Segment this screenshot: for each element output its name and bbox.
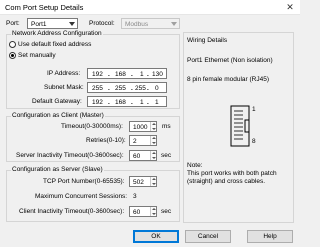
note-text: This port works with both patch (straigh…: [187, 170, 277, 185]
close-icon[interactable]: ✕: [283, 0, 297, 14]
spin-down-icon: [152, 213, 156, 215]
client-timeout-label: Timeout(0-30000ms):: [61, 123, 123, 130]
spin-up-icon: [152, 178, 156, 180]
spin-buttons[interactable]: [150, 122, 156, 131]
port-select[interactable]: Port1: [27, 18, 78, 29]
use-default-label[interactable]: Use default fixed address: [18, 41, 91, 48]
set-manually-label[interactable]: Set manually: [18, 52, 56, 59]
chevron-down-icon: [69, 22, 75, 26]
client-inactivity-input[interactable]: 60: [129, 206, 157, 217]
client-inactivity-unit: sec: [161, 208, 172, 215]
cancel-button[interactable]: Cancel: [185, 230, 231, 243]
protocol-label: Protocol:: [89, 20, 115, 27]
spin-up-icon: [152, 137, 156, 139]
title-bar: Com Port Setup Details ✕: [0, 0, 300, 15]
spin-down-icon: [152, 183, 156, 185]
client-retries-input[interactable]: 2: [129, 135, 157, 146]
use-default-radio[interactable]: [9, 41, 16, 48]
protocol-select: Modbus: [121, 18, 180, 29]
spin-down-icon: [152, 157, 156, 159]
wiring-port-desc: Port1 Ethernet (Non isolation): [187, 57, 273, 64]
client-legend: Configuration as Client (Master): [11, 112, 105, 119]
ip-address-field[interactable]: 192 . 168 . 1 . 130: [87, 68, 167, 79]
spin-buttons[interactable]: [150, 177, 156, 186]
spin-down-icon: [152, 128, 156, 130]
wiring-legend: Wiring Details: [187, 37, 228, 44]
wiring-connector: 8 pin female modular (RJ45): [187, 76, 270, 83]
port-select-value: Port1: [31, 20, 47, 28]
network-legend: Network Address Configuration: [11, 30, 103, 37]
set-manually-radio[interactable]: [9, 52, 16, 59]
spin-up-icon: [152, 123, 156, 125]
default-gateway-field[interactable]: 192 . 168 . 1 . 1: [87, 96, 167, 107]
spin-up-icon: [152, 152, 156, 154]
protocol-select-value: Modbus: [125, 20, 149, 28]
tcp-port-label: TCP Port Number(0-65535):: [43, 178, 125, 185]
spin-buttons[interactable]: [150, 151, 156, 160]
ok-button[interactable]: OK: [133, 230, 179, 243]
ip-address-label: IP Address:: [47, 70, 81, 77]
spin-up-icon: [152, 208, 156, 210]
spin-down-icon: [152, 142, 156, 144]
server-legend: Configuration as Server (Slave): [11, 166, 104, 173]
max-sessions-label: Maximum Concurrent Sessions:: [35, 193, 128, 200]
pin-8-label: 8: [252, 138, 256, 145]
spin-buttons[interactable]: [150, 136, 156, 145]
client-retries-label: Retries(0-10):: [86, 137, 126, 144]
client-timeout-input[interactable]: 1000: [129, 121, 157, 132]
default-gateway-label: Default Gateway:: [32, 98, 82, 105]
server-inactivity-unit: sec: [161, 152, 172, 159]
server-inactivity-input[interactable]: 60: [129, 150, 157, 161]
spin-buttons[interactable]: [150, 207, 156, 216]
chevron-down-icon: [171, 22, 177, 26]
window-title: Com Port Setup Details: [5, 3, 84, 12]
client-inactivity-label: Client Inactivity Timeout(0-3600sec):: [19, 208, 125, 215]
port-label: Port:: [6, 20, 20, 27]
server-inactivity-label: Server Inactivity Timeout(0-3600sec):: [16, 152, 124, 159]
note-title: Note:: [187, 162, 203, 169]
pin-1-label: 1: [252, 106, 256, 113]
tcp-port-input[interactable]: 502: [129, 176, 157, 187]
client-timeout-unit: ms: [162, 123, 171, 130]
help-button[interactable]: Help: [247, 230, 293, 243]
subnet-mask-label: Subnet Mask:: [44, 84, 84, 91]
subnet-mask-field[interactable]: 255 . 255 . 255 . 0: [87, 82, 167, 93]
max-sessions-value: 3: [133, 193, 137, 200]
